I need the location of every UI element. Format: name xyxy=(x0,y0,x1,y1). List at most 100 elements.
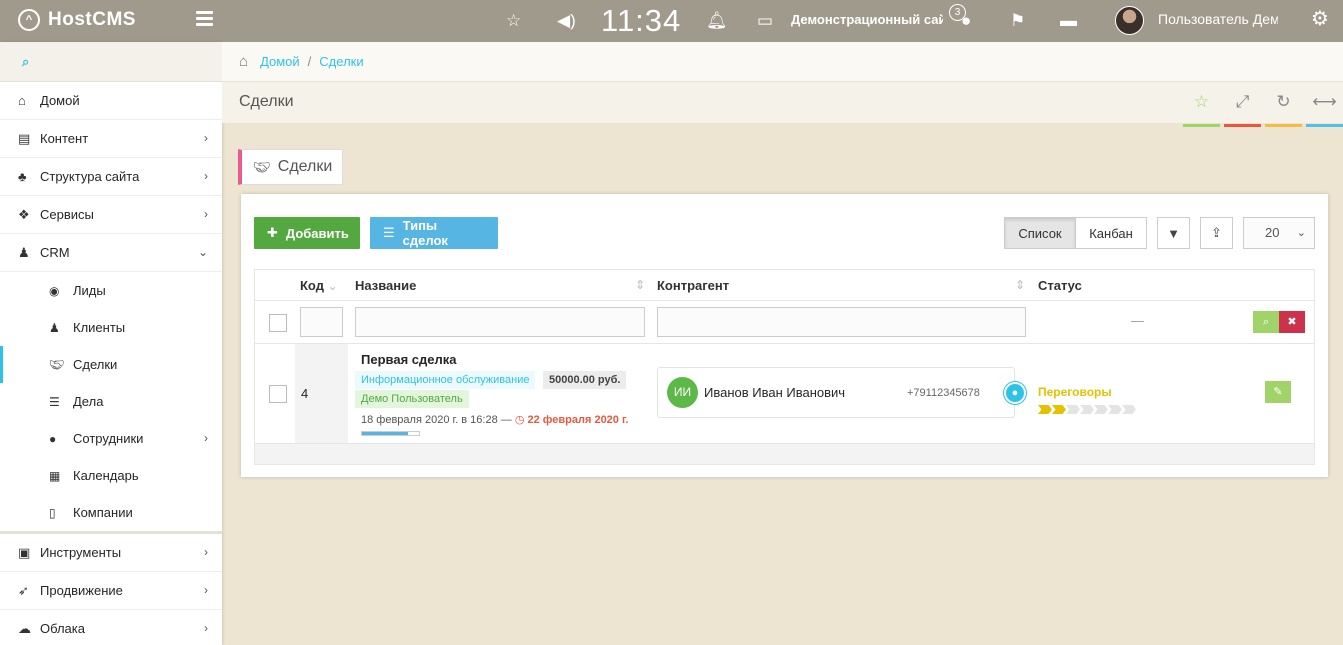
export-button[interactable]: ⇪ xyxy=(1200,217,1233,249)
site-selector[interactable]: Демонстрационный сайт xyxy=(791,12,943,27)
star-icon[interactable]: ☆ xyxy=(506,11,521,31)
table-footer xyxy=(255,444,1314,464)
logo-text: HostCMS xyxy=(48,9,136,30)
table-row[interactable]: 4 Первая сделка Информационное обслужива… xyxy=(255,344,1314,444)
cloud-icon: ☁ xyxy=(18,620,31,636)
deal-types-button[interactable]: ☰ Типы сделок xyxy=(370,217,498,249)
users-icon: ♟ xyxy=(49,320,60,335)
table-header: Код ⌄ Название ⇕ Контрагент ⇕ Статус xyxy=(255,270,1314,301)
sidebar: ⌕ ⌂ Домой ▤ Контент › ♣ Структура сайта … xyxy=(0,42,222,645)
filter-row: — ⌕ ✖ xyxy=(255,301,1314,344)
breadcrumb-home-link[interactable]: Домой xyxy=(260,54,300,69)
user-name[interactable]: Пользователь Демо xyxy=(1158,11,1278,27)
user-avatar[interactable] xyxy=(1115,6,1144,35)
sidebar-item-calendar[interactable]: ▦ Календарь xyxy=(0,457,222,494)
sidebar-item-content[interactable]: ▤ Контент › xyxy=(0,120,222,158)
col-code[interactable]: Код ⌄ xyxy=(300,278,338,293)
chevron-right-icon: › xyxy=(204,169,208,183)
globe-icon[interactable]: ● xyxy=(961,11,971,31)
select-all-checkbox[interactable] xyxy=(269,314,287,332)
chevron-right-icon: › xyxy=(204,621,208,635)
filter-counterparty-input[interactable] xyxy=(657,307,1026,337)
monitor-icon[interactable]: ▭ xyxy=(757,11,773,31)
search-icon: ⌕ xyxy=(1262,316,1270,328)
sidebar-item-promotion[interactable]: ➶ Продвижение › xyxy=(0,572,222,610)
gear-icon[interactable]: ⚙ xyxy=(1311,9,1329,29)
pencil-icon: ✎ xyxy=(1273,386,1283,398)
sidebar-item-events[interactable]: ☰ Дела xyxy=(0,383,222,420)
breadcrumb: ⌂ Домой / Сделки xyxy=(222,42,1343,82)
deal-title[interactable]: Первая сделка xyxy=(361,352,456,367)
counterparty-phone: +79112345678 xyxy=(907,387,980,399)
col-status: Статус xyxy=(1038,278,1082,293)
chat-icon[interactable]: ▬ xyxy=(1060,11,1077,31)
expand-width-button[interactable]: ⟷ xyxy=(1306,92,1343,127)
sidebar-item-employees[interactable]: ● Сотрудники › xyxy=(0,420,222,457)
sidebar-item-deals[interactable]: 🤝︎ Сделки xyxy=(0,346,222,383)
sidebar-item-label: Продвижение xyxy=(40,583,123,598)
sidebar-item-home[interactable]: ⌂ Домой xyxy=(0,82,222,120)
crm-submenu: ◉ Лиды ♟ Клиенты 🤝︎ Сделки ☰ Дела ● Сотр… xyxy=(0,272,222,534)
filter-icon: ▼ xyxy=(1167,225,1180,241)
sidebar-item-label: Контент xyxy=(40,131,89,146)
sidebar-item-label: Инструменты xyxy=(40,545,122,560)
sidebar-item-label: Компании xyxy=(73,505,133,520)
page-size-select[interactable]: 20 ⌄ xyxy=(1243,217,1315,249)
sort-icon[interactable]: ⇕ xyxy=(635,278,645,292)
counterparty-avatar: ИИ xyxy=(667,377,698,408)
edit-button[interactable]: ✎ xyxy=(1265,381,1291,403)
home-icon: ⌂ xyxy=(239,53,249,70)
sidebar-item-label: CRM xyxy=(40,245,70,260)
col-name[interactable]: Название xyxy=(355,278,416,293)
col-counterparty[interactable]: Контрагент xyxy=(657,278,729,293)
sidebar-item-tools[interactable]: ▣ Инструменты › xyxy=(0,534,222,572)
sidebar-item-companies[interactable]: ▯ Компании xyxy=(0,494,222,531)
sidebar-item-structure[interactable]: ♣ Структура сайта › xyxy=(0,158,222,196)
status-step xyxy=(1038,405,1052,414)
bell-icon[interactable]: 🔔︎ xyxy=(706,11,728,31)
sidebar-item-label: Структура сайта xyxy=(40,169,140,184)
sort-icon[interactable]: ⇕ xyxy=(1015,278,1025,292)
list-icon: ☰ xyxy=(383,225,395,240)
row-checkbox[interactable] xyxy=(269,385,287,403)
view-kanban-button[interactable]: Канбан xyxy=(1075,217,1147,249)
clear-filter-button[interactable]: ✖ xyxy=(1279,311,1305,333)
sidebar-toggle-icon[interactable] xyxy=(196,11,213,29)
view-list-button[interactable]: Список xyxy=(1004,217,1076,249)
deal-user-tag: Демо Пользователь xyxy=(355,390,469,408)
sidebar-item-clients[interactable]: ♟ Клиенты xyxy=(0,309,222,346)
counterparty-card[interactable]: ИИ Иванов Иван Иванович +79112345678 ● xyxy=(657,367,1026,418)
sound-icon[interactable]: ◀) xyxy=(557,11,576,31)
sidebar-item-clouds[interactable]: ☁ Облака › xyxy=(0,610,222,645)
deal-amount-tag: 50000.00 руб. xyxy=(543,371,627,389)
plus-icon: ✚ xyxy=(267,225,278,240)
sidebar-item-services[interactable]: ❖ Сервисы › xyxy=(0,196,222,234)
sidebar-item-label: Дела xyxy=(73,394,104,409)
page-size-value: 20 xyxy=(1265,225,1280,240)
sidebar-search[interactable]: ⌕ xyxy=(0,42,222,82)
users-icon: ♟ xyxy=(18,244,30,260)
filter-name-input[interactable] xyxy=(355,307,645,337)
calendar-icon: ▦ xyxy=(49,468,61,483)
chevron-right-icon: › xyxy=(204,207,208,221)
sidebar-item-crm[interactable]: ♟ CRM ⌄ xyxy=(0,234,222,272)
deal-status[interactable]: Переговоры xyxy=(1038,385,1112,399)
filter-button[interactable]: ▼ xyxy=(1157,217,1190,249)
widget-title: Сделки xyxy=(277,158,333,175)
rocket-icon: ➶ xyxy=(18,582,29,598)
apply-filter-button[interactable]: ⌕ xyxy=(1253,311,1279,333)
logo[interactable]: ^ HostCMS xyxy=(18,9,136,31)
fullscreen-button[interactable]: ⤢ xyxy=(1224,92,1261,127)
bookmark-star-button[interactable]: ☆ xyxy=(1183,92,1220,127)
add-button[interactable]: ✚ Добавить xyxy=(254,217,360,249)
deal-progress-bar xyxy=(361,431,420,436)
sidebar-item-leads[interactable]: ◉ Лиды xyxy=(0,272,222,309)
deal-type-tag: Информационное обслуживание xyxy=(355,371,536,389)
filter-code-input[interactable] xyxy=(300,307,343,337)
breadcrumb-current-link[interactable]: Сделки xyxy=(319,54,363,69)
sidebar-item-label: Лиды xyxy=(73,283,106,298)
page-header: Сделки ☆ ⤢ ↻ ⟷ xyxy=(222,82,1343,127)
flag-icon[interactable]: ⚑ xyxy=(1010,11,1025,31)
refresh-button[interactable]: ↻ xyxy=(1265,92,1302,127)
row-code: 4 xyxy=(301,386,309,401)
